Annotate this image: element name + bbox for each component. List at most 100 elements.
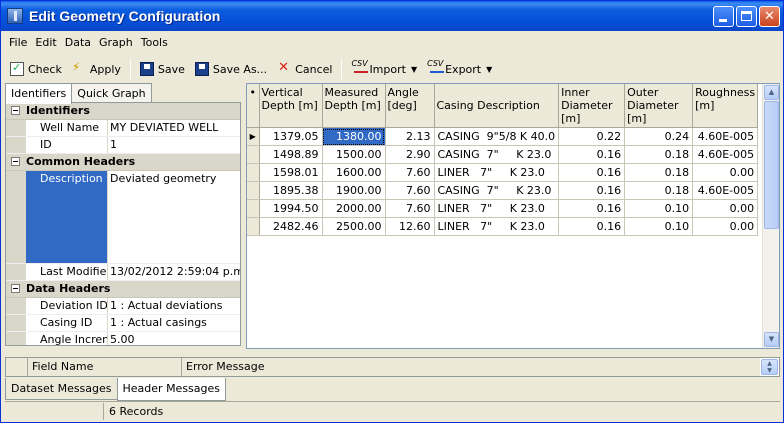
tab-dataset-messages[interactable]: Dataset Messages [5,378,118,400]
scroll-thumb[interactable] [764,101,779,229]
column-header-casing-description[interactable]: Casing Description [434,84,560,128]
cell-inner-diameter[interactable]: 0.16 [558,163,626,182]
cell-casing-description[interactable]: CASING 9"5/8 K 40.0 [434,127,560,146]
cell-casing-description[interactable]: LINER 7" K 23.0 [434,163,560,182]
property-value[interactable]: 13/02/2012 2:59:04 p.m. [108,264,240,280]
property-well-name[interactable]: Well Name MY DEVIATED WELL [6,120,240,137]
column-header-inner-diameter[interactable]: Inner Diameter [m] [558,84,626,128]
column-header-vertical-depth[interactable]: Vertical Depth [m] [259,84,323,128]
category-common-headers[interactable]: Common Headers [6,154,240,171]
cell-inner-diameter[interactable]: 0.16 [558,181,626,200]
table-row[interactable]: 1994.50 2000.00 7.60 LINER 7" K 23.0 0.1… [247,199,759,218]
cell-inner-diameter[interactable]: 0.16 [558,217,626,236]
cell-casing-description[interactable]: LINER 7" K 23.0 [434,199,560,218]
grid-vertical-scrollbar[interactable]: ▲ ▼ [762,84,779,348]
collapse-icon[interactable] [11,284,20,293]
cell-outer-diameter[interactable]: 0.18 [624,145,694,164]
column-header-outer-diameter[interactable]: Outer Diameter [m] [624,84,694,128]
property-last-modified[interactable]: Last Modified 13/02/2012 2:59:04 p.m. [6,264,240,281]
messages-scroll-icon[interactable]: ▲ ▼ [761,359,778,375]
menu-tools[interactable]: Tools [137,34,172,52]
cell-outer-diameter[interactable]: 0.10 [624,199,694,218]
row-indicator[interactable] [247,217,260,236]
table-row[interactable]: 2482.46 2500.00 12.60 LINER 7" K 23.0 0.… [247,217,759,236]
property-id[interactable]: ID 1 [6,137,240,154]
cell-outer-diameter[interactable]: 0.18 [624,181,694,200]
cell-outer-diameter[interactable]: 0.24 [624,127,694,146]
row-indicator[interactable] [247,163,260,182]
category-identifiers[interactable]: Identifiers [6,103,240,120]
close-button[interactable]: ✕ [759,6,780,27]
column-header-field-name[interactable]: Field Name [28,358,182,376]
property-value[interactable]: 1 [108,137,240,153]
scroll-up-icon[interactable]: ▲ [764,85,779,100]
cell-angle[interactable]: 7.60 [385,181,435,200]
property-value[interactable]: 5.00 [108,332,240,345]
tab-header-messages[interactable]: Header Messages [116,378,227,401]
property-value[interactable]: 1 : Actual deviations [108,298,240,314]
row-indicator[interactable] [247,181,260,200]
cell-measured-depth[interactable]: 1900.00 [322,181,386,200]
cell-angle[interactable]: 7.60 [385,163,435,182]
property-description[interactable]: Description Deviated geometry [6,171,240,264]
cell-roughness[interactable]: 4.60E-005 [692,181,759,200]
menu-data[interactable]: Data [61,34,95,52]
messages-indicator-header[interactable] [6,358,28,376]
cell-casing-description[interactable]: CASING 7" K 23.0 [434,181,560,200]
export-dropdown-icon[interactable]: ▼ [486,65,492,74]
cell-roughness[interactable]: 4.60E-005 [692,127,759,146]
check-button[interactable]: Check [5,58,67,80]
column-header-error-message[interactable]: Error Message [182,358,760,376]
cell-angle[interactable]: 2.90 [385,145,435,164]
column-header-measured-depth[interactable]: Measured Depth [m] [322,84,386,128]
collapse-icon[interactable] [11,157,20,166]
cell-vertical-depth[interactable]: 1598.01 [259,163,323,182]
cell-measured-depth[interactable]: 1600.00 [322,163,386,182]
collapse-icon[interactable] [11,106,20,115]
tab-identifiers[interactable]: Identifiers [5,83,73,104]
cell-roughness[interactable]: 4.60E-005 [692,145,759,164]
cell-roughness[interactable]: 0.00 [692,163,759,182]
cancel-button[interactable]: Cancel [272,58,337,80]
scroll-down-icon[interactable]: ▼ [764,332,779,347]
apply-button[interactable]: Apply [67,58,126,80]
cell-measured-depth[interactable]: 1500.00 [322,145,386,164]
cell-angle[interactable]: 7.60 [385,199,435,218]
row-indicator[interactable] [247,199,260,218]
save-button[interactable]: Save [135,58,190,80]
minimize-button[interactable] [713,6,734,27]
table-row[interactable]: 1498.89 1500.00 2.90 CASING 7" K 23.0 0.… [247,145,759,164]
cell-outer-diameter[interactable]: 0.18 [624,163,694,182]
column-header-roughness[interactable]: Roughness [m] [692,84,759,128]
title-bar[interactable]: Edit Geometry Configuration ✕ [1,1,783,31]
import-dropdown-icon[interactable]: ▼ [411,65,417,74]
column-header-angle[interactable]: Angle [deg] [385,84,435,128]
cell-casing-description[interactable]: CASING 7" K 23.0 [434,145,560,164]
property-angle-increment[interactable]: Angle Increm 5.00 [6,332,240,345]
table-row[interactable]: ▶ 1379.05 1380.00 2.13 CASING 9"5/8 K 40… [247,127,759,146]
save-as-button[interactable]: Save As... [190,58,272,80]
cell-inner-diameter[interactable]: 0.22 [558,127,626,146]
cell-measured-depth[interactable]: 1380.00 [322,127,386,146]
category-data-headers[interactable]: Data Headers [6,281,240,298]
menu-edit[interactable]: Edit [31,34,60,52]
cell-vertical-depth[interactable]: 1994.50 [259,199,323,218]
cell-vertical-depth[interactable]: 1498.89 [259,145,323,164]
table-row[interactable]: 1598.01 1600.00 7.60 LINER 7" K 23.0 0.1… [247,163,759,182]
row-indicator[interactable]: ▶ [247,127,260,146]
cell-vertical-depth[interactable]: 2482.46 [259,217,323,236]
cell-casing-description[interactable]: LINER 7" K 23.0 [434,217,560,236]
tab-quick-graph[interactable]: Quick Graph [71,83,152,103]
cell-roughness[interactable]: 0.00 [692,199,759,218]
property-value[interactable]: MY DEVIATED WELL [108,120,240,136]
cell-inner-diameter[interactable]: 0.16 [558,199,626,218]
row-indicator[interactable] [247,145,260,164]
menu-file[interactable]: File [5,34,31,52]
cell-vertical-depth[interactable]: 1379.05 [259,127,323,146]
cell-measured-depth[interactable]: 2000.00 [322,199,386,218]
cell-inner-diameter[interactable]: 0.16 [558,145,626,164]
table-row[interactable]: 1895.38 1900.00 7.60 CASING 7" K 23.0 0.… [247,181,759,200]
cell-angle[interactable]: 2.13 [385,127,435,146]
cell-roughness[interactable]: 0.00 [692,217,759,236]
cell-vertical-depth[interactable]: 1895.38 [259,181,323,200]
